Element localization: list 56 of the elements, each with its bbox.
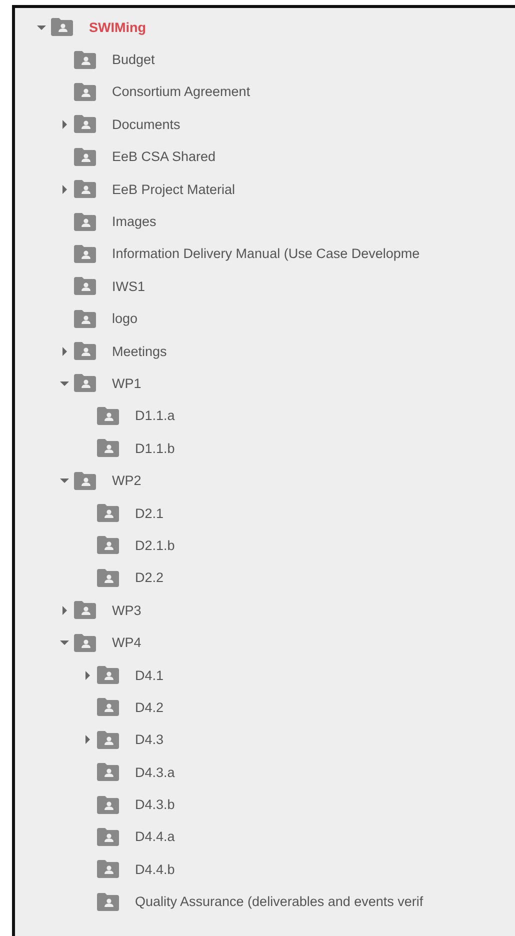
shared-folder-icon — [97, 892, 119, 911]
shared-folder-icon — [74, 472, 96, 490]
folder-name[interactable]: D4.4.b — [135, 862, 175, 877]
folder-name[interactable]: EeB Project Material — [112, 182, 236, 197]
shared-folder-icon — [74, 50, 96, 69]
shared-folder-icon — [97, 796, 119, 814]
folder-name[interactable]: WP3 — [112, 602, 142, 618]
folder-name[interactable]: D4.4.a — [135, 829, 175, 844]
shared-folder-icon — [97, 439, 119, 458]
folder-name[interactable]: D4.3.b — [135, 797, 175, 812]
shared-folder-icon — [97, 406, 119, 425]
shared-folder-icon — [97, 536, 119, 554]
folder-name[interactable]: Meetings — [112, 344, 167, 359]
folder-name[interactable]: logo — [112, 311, 138, 326]
shared-folder-icon — [97, 860, 119, 878]
shared-folder-icon — [97, 730, 119, 749]
shared-folder-icon — [97, 666, 119, 684]
shared-folder-icon — [74, 277, 96, 296]
shared-folder-icon — [74, 634, 96, 652]
folder-name[interactable]: IWS1 — [112, 278, 146, 294]
folder-name[interactable]: D1.1.a — [135, 408, 175, 424]
shared-folder-icon — [74, 148, 96, 166]
folder-name[interactable]: Budget — [112, 52, 155, 68]
folder-name[interactable]: Documents — [112, 116, 180, 132]
folder-name[interactable]: D4.1 — [135, 668, 164, 682]
shared-folder-icon — [97, 698, 119, 716]
shared-folder-icon — [74, 180, 96, 198]
folder-name[interactable]: D2.1 — [135, 506, 164, 521]
folder-name[interactable]: D4.2 — [135, 700, 164, 715]
shared-folder-icon — [97, 763, 119, 782]
folder-name[interactable]: WP1 — [112, 376, 142, 391]
folder-name[interactable]: Information Delivery Manual (Use Case Developme — [112, 246, 420, 262]
folder-name[interactable]: D2.1.b — [135, 538, 175, 553]
folder-name[interactable]: D4.3.a — [135, 764, 175, 780]
shared-folder-icon — [51, 18, 73, 36]
folder-name[interactable]: Quality Assurance (deliverables and events verif — [135, 894, 424, 910]
shared-folder-icon — [97, 568, 119, 587]
folder-name[interactable]: Images — [112, 214, 156, 230]
folder-name[interactable]: SWIMing — [89, 20, 146, 35]
folder-name[interactable]: D2.2 — [135, 570, 164, 586]
shared-folder-icon — [74, 342, 96, 360]
folder-name[interactable]: D1.1.b — [135, 440, 175, 456]
folder-name[interactable]: EeB CSA Shared — [112, 149, 216, 164]
shared-folder-icon — [74, 244, 96, 263]
folder-name[interactable]: WP4 — [112, 635, 142, 650]
shared-folder-icon — [74, 601, 96, 620]
folder-name[interactable]: WP2 — [112, 473, 142, 488]
shared-folder-icon — [97, 504, 119, 522]
shared-folder-icon — [97, 828, 119, 846]
shared-folder-icon — [74, 115, 96, 134]
shared-folder-icon — [74, 212, 96, 231]
shared-folder-icon — [74, 310, 96, 328]
shared-folder-icon — [74, 374, 96, 392]
folder-name[interactable]: Consortium Agreement — [112, 84, 250, 100]
folder-name[interactable]: D4.3 — [135, 732, 164, 748]
shared-folder-icon — [74, 82, 96, 101]
